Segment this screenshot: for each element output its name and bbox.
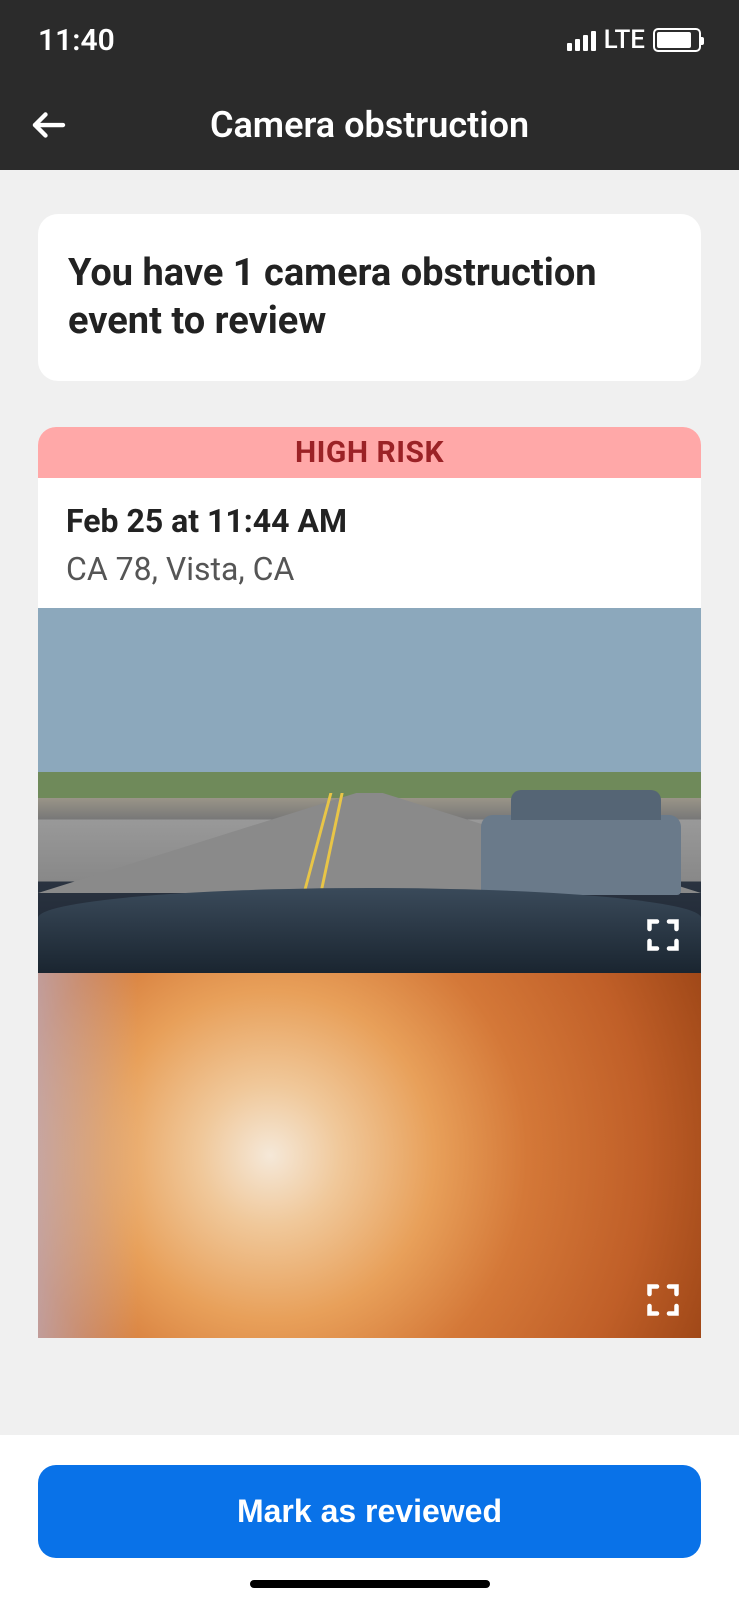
event-location: CA 78, Vista, CA: [66, 550, 673, 588]
summary-text: You have 1 camera obstruction event to r…: [68, 250, 671, 345]
front-camera-view[interactable]: [38, 608, 701, 973]
home-indicator[interactable]: [250, 1580, 490, 1588]
event-meta: Feb 25 at 11:44 AM CA 78, Vista, CA: [38, 478, 701, 608]
page-header: Camera obstruction: [0, 80, 739, 170]
fullscreen-icon[interactable]: [645, 1282, 681, 1318]
obstructed-camera-view[interactable]: [38, 973, 701, 1338]
page-title: Camera obstruction: [210, 104, 529, 146]
bottom-action-bar: Mark as reviewed: [0, 1435, 739, 1600]
risk-badge: HIGH RISK: [38, 427, 701, 478]
event-card: HIGH RISK Feb 25 at 11:44 AM CA 78, Vist…: [38, 427, 701, 1338]
summary-card: You have 1 camera obstruction event to r…: [38, 214, 701, 381]
battery-icon: [653, 28, 701, 52]
back-button[interactable]: [28, 104, 70, 146]
fullscreen-icon[interactable]: [645, 917, 681, 953]
event-timestamp: Feb 25 at 11:44 AM: [66, 502, 673, 540]
mark-reviewed-button[interactable]: Mark as reviewed: [38, 1465, 701, 1558]
network-type: LTE: [604, 25, 645, 55]
status-indicators: LTE: [567, 25, 701, 55]
main-content: You have 1 camera obstruction event to r…: [0, 170, 739, 1338]
signal-strength-icon: [567, 29, 596, 51]
status-time: 11:40: [38, 23, 115, 58]
status-bar: 11:40 LTE: [0, 0, 739, 80]
